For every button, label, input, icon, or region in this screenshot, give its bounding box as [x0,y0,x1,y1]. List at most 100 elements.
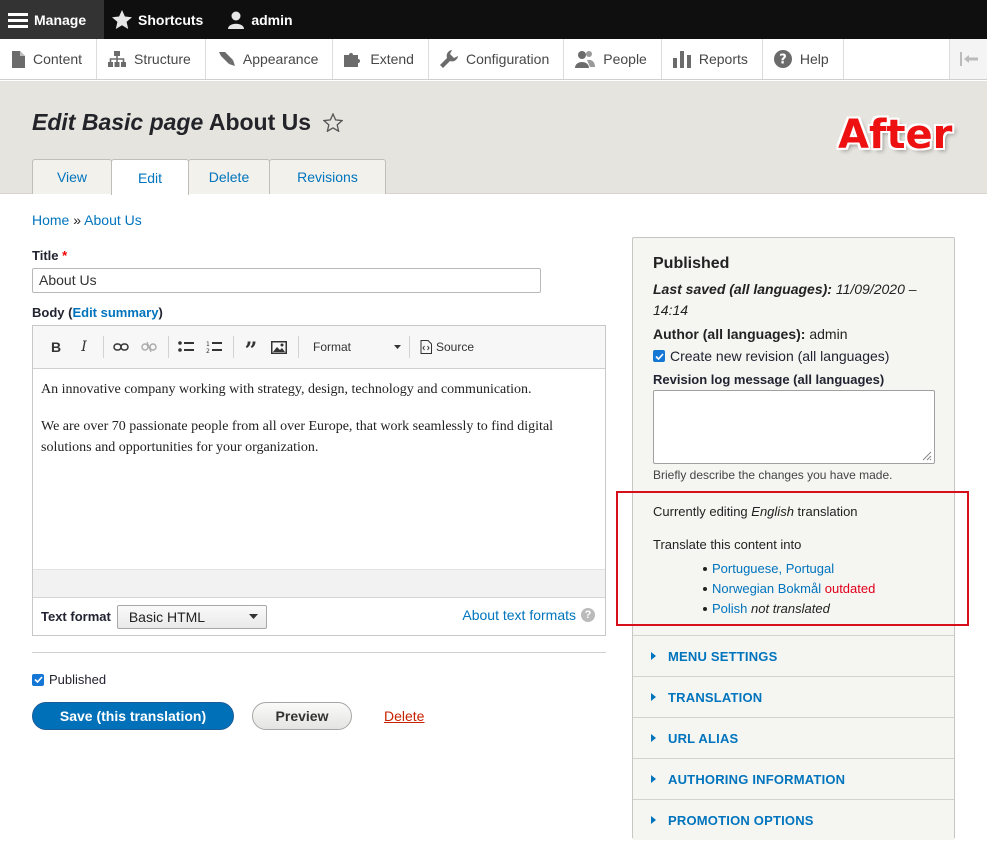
author-label: Author (all languages): [653,326,806,342]
toolbar-divider [409,336,410,358]
last-saved-label: Last saved (all languages): [653,281,832,297]
shortcuts-label: Shortcuts [138,11,204,28]
checkbox-checked-icon[interactable] [653,350,665,362]
image-icon[interactable] [268,336,290,358]
breadcrumb-separator: » [73,212,82,228]
numbered-list-icon[interactable]: 12 [203,336,225,358]
menu-icon [8,12,28,28]
new-revision-checkbox[interactable]: Create new revision (all languages) [653,348,934,364]
tray-label-configuration: Configuration [465,51,550,67]
help-icon: ? [581,608,595,622]
author-value: admin [809,326,848,342]
editor-content[interactable]: An innovative company working with strat… [33,369,605,569]
delete-link[interactable]: Delete [384,708,424,724]
list-item: Norwegian Bokmål outdated [703,579,934,599]
tray-item-configuration[interactable]: Configuration [429,39,565,79]
tray-item-content[interactable]: Content [0,39,98,79]
user-button[interactable]: admin [213,0,302,39]
accordion-label: PROMOTION OPTIONS [668,812,814,828]
page-icon [12,50,25,68]
tab-revisions[interactable]: Revisions [269,159,386,194]
format-label: Format [313,340,352,354]
body-paragraph: We are over 70 passionate people from al… [41,419,554,455]
svg-text:1: 1 [206,341,210,348]
editor-status-bar [33,569,605,598]
source-label: Source [436,340,475,354]
toolbar-divider [168,336,169,358]
about-text-formats-link[interactable]: About text formats [462,607,576,623]
editing-prefix: Currently editing [653,504,748,519]
tab-view[interactable]: View [32,159,112,194]
translation-status-outdated: outdated [824,581,876,596]
page-header: Edit Basic page About Us After View Edit… [0,81,987,195]
shortcut-star-icon[interactable] [322,111,344,138]
divider [32,652,606,653]
help-icon: ? [773,50,792,68]
link-icon[interactable] [110,336,132,358]
translation-link-portuguese[interactable]: Portuguese, Portugal [712,561,834,576]
tray-item-structure[interactable]: Structure [97,39,206,79]
text-format-select[interactable]: Basic HTML [116,604,267,629]
unlink-icon[interactable] [138,336,160,358]
title-label-text: Title [32,248,59,263]
admin-toolbar: Manage Shortcuts admin [0,0,987,39]
tray-label-appearance: Appearance [242,51,319,67]
tray-orientation-toggle[interactable] [949,39,987,79]
tab-edit[interactable]: Edit [111,159,189,195]
bulleted-list-icon[interactable] [175,336,197,358]
text-format-label: Text format [41,609,111,624]
published-checkbox[interactable]: Published [32,672,106,687]
title-input[interactable]: About Us [32,268,541,293]
required-mark: * [62,248,68,263]
about-text-formats[interactable]: About text formats ? [462,607,595,623]
tray-item-appearance[interactable]: Appearance [206,39,334,79]
save-button[interactable]: Save (this translation) [32,702,234,730]
triangle-right-icon [651,693,656,701]
tray-item-people[interactable]: People [564,39,662,79]
breadcrumb-home[interactable]: Home [32,212,69,228]
revision-log-textarea[interactable] [653,390,935,464]
translation-link-polish[interactable]: Polish [712,601,747,616]
translation-link-norwegian[interactable]: Norwegian Bokmål [712,581,821,596]
caret-down-icon [394,345,401,349]
tab-delete[interactable]: Delete [188,159,270,194]
breadcrumb-current[interactable]: About Us [84,212,142,228]
wrench-icon [439,50,458,68]
svg-text:?: ? [779,53,787,68]
toolbar-divider [298,336,299,358]
manage-button[interactable]: Manage [0,0,104,39]
accordion-authoring-information[interactable]: AUTHORING INFORMATION [633,758,954,799]
published-label: Published [49,672,107,687]
translation-status-not-translated: not translated [751,601,830,616]
tray-item-extend[interactable]: Extend [333,39,429,79]
page-title-prefix: Edit Basic page [32,109,204,135]
author-line: Author (all languages): admin [653,324,934,345]
accordion-menu-settings[interactable]: MENU SETTINGS [633,635,954,676]
resize-grip-icon[interactable] [922,451,932,461]
revision-log-label: Revision log message (all languages) [653,372,885,387]
tray-label-people: People [603,51,647,67]
edit-summary-link[interactable]: Edit summary [72,305,158,320]
shortcuts-button[interactable]: Shortcuts [104,0,213,39]
entity-meta-sidebar: Published Last saved (all languages): 11… [632,237,955,840]
italic-button[interactable]: I [73,336,95,358]
toolbar-divider [233,336,234,358]
accordion-url-alias[interactable]: URL ALIAS [633,717,954,758]
primary-tabs: View Edit Delete Revisions [32,159,386,195]
brush-icon [218,52,235,66]
checkbox-checked-icon[interactable] [32,673,44,686]
star-icon [112,10,132,29]
svg-text:2: 2 [206,348,210,354]
editing-suffix: translation [797,504,858,519]
user-label: admin [251,11,293,28]
accordion-translation[interactable]: TRANSLATION [633,676,954,717]
blockquote-icon[interactable]: ” [240,336,262,364]
preview-button[interactable]: Preview [252,702,352,730]
tray-item-reports[interactable]: Reports [662,39,763,79]
body-editor: B I 12 ” Format Source An innovative com… [32,325,606,636]
format-dropdown[interactable]: Format [313,340,401,354]
bold-button[interactable]: B [45,336,67,358]
tray-item-help[interactable]: ? Help [763,39,844,79]
accordion-promotion-options[interactable]: PROMOTION OPTIONS [633,799,954,840]
source-button[interactable]: Source [420,340,474,354]
